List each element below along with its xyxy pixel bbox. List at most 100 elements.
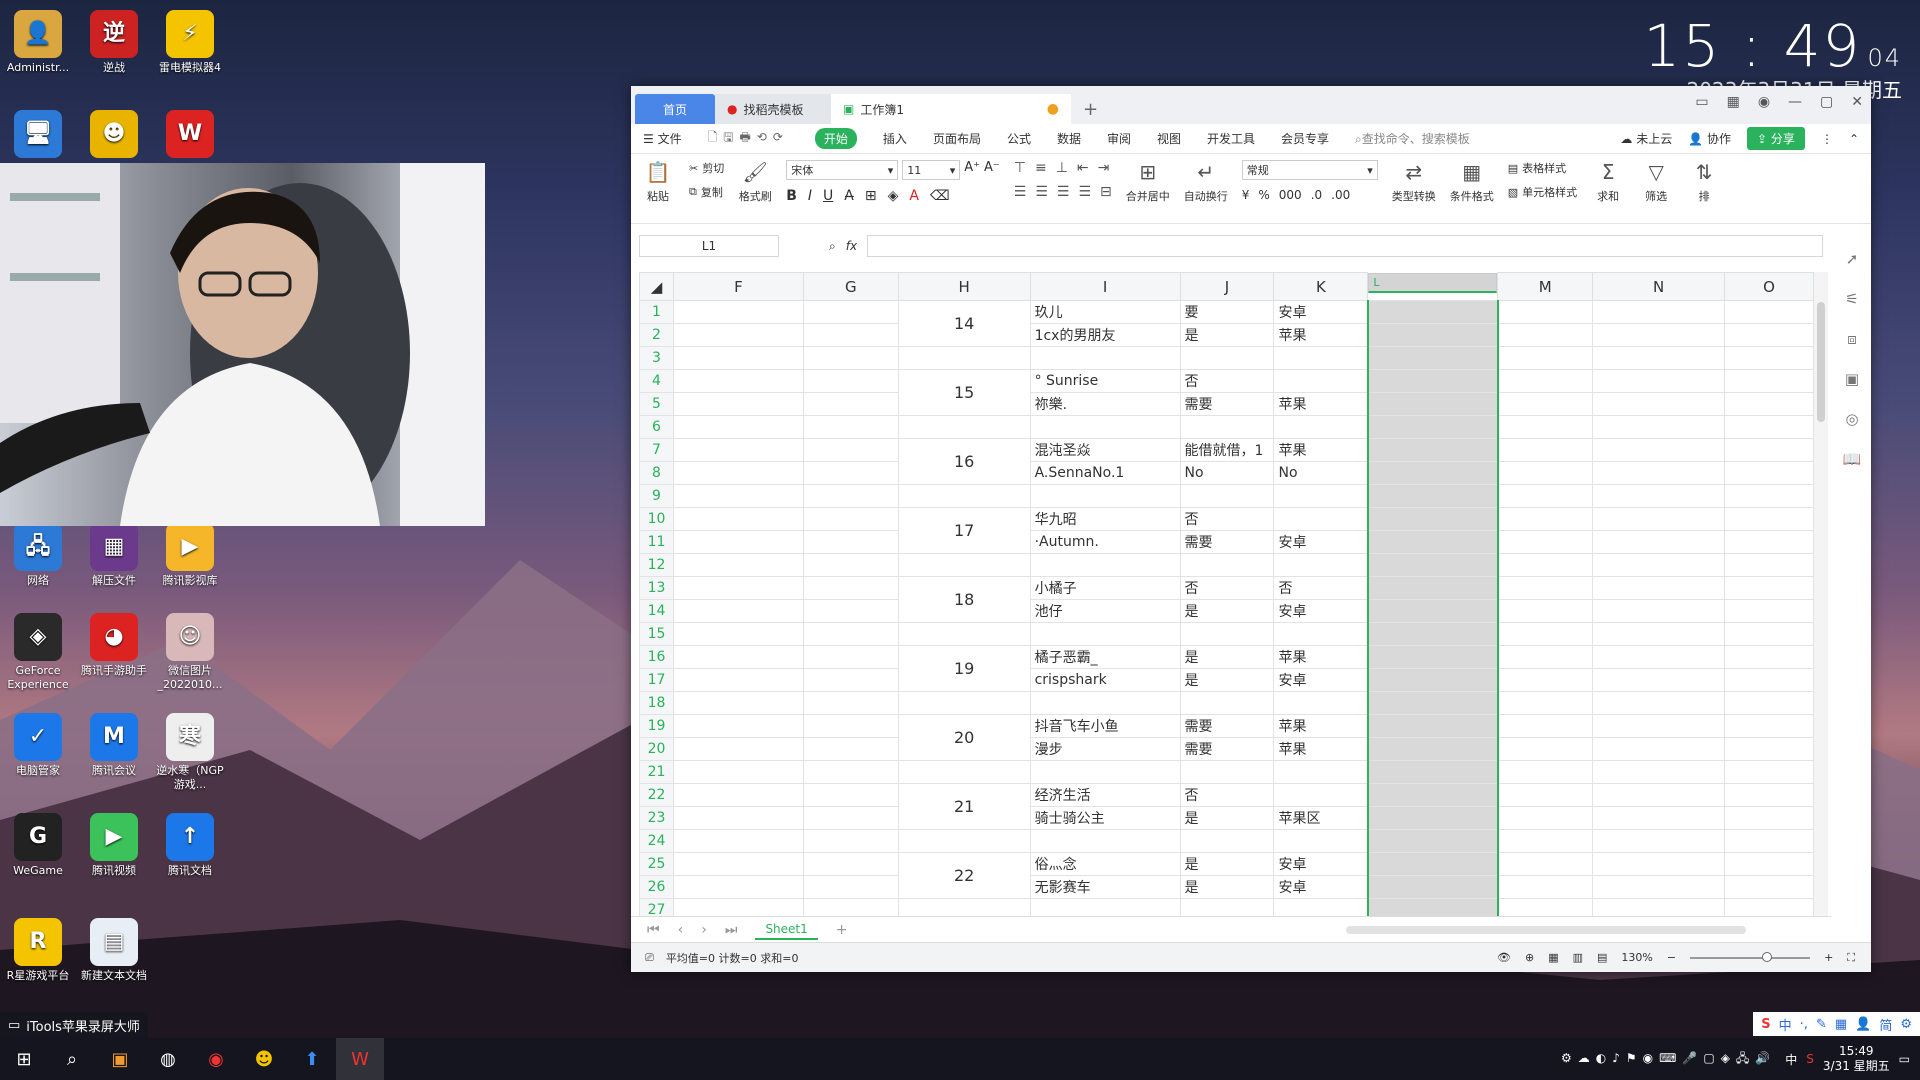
cell[interactable]: [672, 346, 804, 370]
menu-start[interactable]: 开始: [814, 128, 857, 149]
cell[interactable]: [802, 530, 899, 554]
zoom-level[interactable]: 130%: [1621, 951, 1652, 964]
copy-button[interactable]: ⧉ 复制: [689, 184, 724, 200]
spreadsheet-grid[interactable]: ◢ F G H I J K L M N O 1 14 玖儿要安卓 2 1cx的男朋友是苹果 3 4 15 ° Sun…: [639, 272, 1814, 916]
cell[interactable]: 苹果: [1273, 438, 1369, 462]
tab-workbook[interactable]: ▣ 工作簿1 ●: [831, 94, 1071, 124]
cell[interactable]: [1029, 553, 1181, 577]
merge-center-button[interactable]: ⊞ 合并居中: [1126, 160, 1170, 204]
zoom-out-icon[interactable]: −: [1667, 951, 1676, 964]
cell[interactable]: 是: [1179, 852, 1275, 876]
cell[interactable]: [802, 691, 899, 715]
cell[interactable]: [1029, 415, 1181, 439]
cell[interactable]: 苹果区: [1273, 806, 1369, 830]
next-sheet-icon[interactable]: ›: [701, 922, 707, 938]
cell[interactable]: [1724, 737, 1814, 761]
collapse-ribbon-icon[interactable]: ⌃: [1849, 132, 1859, 146]
row-header[interactable]: 8: [639, 461, 674, 485]
cell[interactable]: [802, 438, 899, 462]
cell[interactable]: [897, 346, 1031, 370]
cell[interactable]: [1724, 530, 1814, 554]
cell[interactable]: [1592, 829, 1725, 853]
cell[interactable]: [1366, 369, 1499, 393]
cell[interactable]: [1724, 323, 1814, 347]
cell[interactable]: [1366, 645, 1499, 669]
cell[interactable]: [1029, 898, 1181, 916]
cell[interactable]: [1497, 829, 1594, 853]
cell[interactable]: [1273, 507, 1369, 531]
cell[interactable]: [802, 323, 899, 347]
desktop-icon[interactable]: 逆逆战: [76, 10, 152, 75]
cell[interactable]: [802, 599, 899, 623]
menu-member[interactable]: 会员专享: [1281, 130, 1329, 147]
cell[interactable]: [1497, 438, 1594, 462]
taskbar-app-game-icon[interactable]: ☻: [240, 1038, 288, 1080]
cell[interactable]: [1592, 875, 1725, 899]
cell[interactable]: [1592, 760, 1725, 784]
cell[interactable]: 需要: [1179, 392, 1275, 416]
cell[interactable]: [897, 691, 1031, 715]
cell[interactable]: [1724, 300, 1814, 324]
zoom-slider[interactable]: [1690, 951, 1811, 962]
cell[interactable]: [1592, 346, 1725, 370]
cell[interactable]: [802, 346, 899, 370]
desktop-icon[interactable]: ◈ GeForce Experience: [0, 613, 76, 692]
layout-icon[interactable]: ▭: [1695, 94, 1708, 110]
cell[interactable]: 需要: [1179, 737, 1275, 761]
cell[interactable]: [672, 369, 804, 393]
row-header[interactable]: 11: [639, 530, 674, 554]
row-header[interactable]: 4: [639, 369, 674, 393]
cell[interactable]: [1724, 829, 1814, 853]
cell[interactable]: [802, 576, 899, 600]
last-sheet-icon[interactable]: ⏭: [725, 922, 738, 938]
cell[interactable]: [672, 714, 804, 738]
cell[interactable]: 无影赛车: [1029, 875, 1181, 899]
cell[interactable]: [1724, 415, 1814, 439]
fx-icon[interactable]: fx: [846, 239, 857, 253]
cell[interactable]: [1366, 392, 1499, 416]
cell[interactable]: [1366, 622, 1499, 646]
cell[interactable]: [802, 392, 899, 416]
cell[interactable]: No: [1179, 461, 1275, 485]
cell[interactable]: [897, 760, 1031, 784]
sogou-tool-icon[interactable]: ✎: [1816, 1017, 1827, 1032]
cell[interactable]: 需要: [1179, 530, 1275, 554]
font-size-select[interactable]: 11 ▾: [902, 160, 961, 180]
cell[interactable]: [802, 415, 899, 439]
cell[interactable]: [1497, 875, 1594, 899]
cell[interactable]: [1724, 553, 1814, 577]
column-header[interactable]: H: [897, 272, 1031, 301]
cell[interactable]: 21: [897, 783, 1031, 830]
cell[interactable]: [1029, 622, 1181, 646]
cell[interactable]: [1724, 714, 1814, 738]
align-middle-icon[interactable]: ≡: [1035, 160, 1047, 176]
formula-input[interactable]: [867, 235, 1823, 257]
cell[interactable]: [672, 576, 804, 600]
close-icon[interactable]: ✕: [1851, 94, 1863, 110]
cell[interactable]: [1592, 576, 1725, 600]
cell-style-button[interactable]: ▧ 单元格样式: [1508, 184, 1577, 200]
cell[interactable]: 14: [897, 300, 1031, 347]
sheet-tab-sheet1[interactable]: Sheet1: [755, 920, 818, 940]
cell[interactable]: [672, 668, 804, 692]
cell[interactable]: [1592, 323, 1725, 347]
cell[interactable]: [1724, 438, 1814, 462]
cell[interactable]: [672, 300, 804, 324]
cell[interactable]: [1724, 760, 1814, 784]
cell[interactable]: [1592, 852, 1725, 876]
desktop-icon[interactable]: ↑ 腾讯文档: [152, 813, 228, 878]
cell[interactable]: [1592, 714, 1725, 738]
cell[interactable]: [1179, 691, 1275, 715]
menu-view[interactable]: 视图: [1157, 130, 1181, 147]
cell[interactable]: [1592, 461, 1725, 485]
cell[interactable]: [1592, 691, 1725, 715]
cell[interactable]: 要: [1179, 300, 1275, 324]
cell[interactable]: 池仔: [1029, 599, 1181, 623]
cell[interactable]: [1273, 415, 1369, 439]
desktop-icon[interactable]: R R星游戏平台: [0, 918, 76, 983]
name-box[interactable]: L1: [639, 235, 779, 257]
cell[interactable]: 需要: [1179, 714, 1275, 738]
cell[interactable]: 16: [897, 438, 1031, 485]
row-header[interactable]: 2: [639, 323, 674, 347]
cell[interactable]: 安卓: [1273, 875, 1369, 899]
